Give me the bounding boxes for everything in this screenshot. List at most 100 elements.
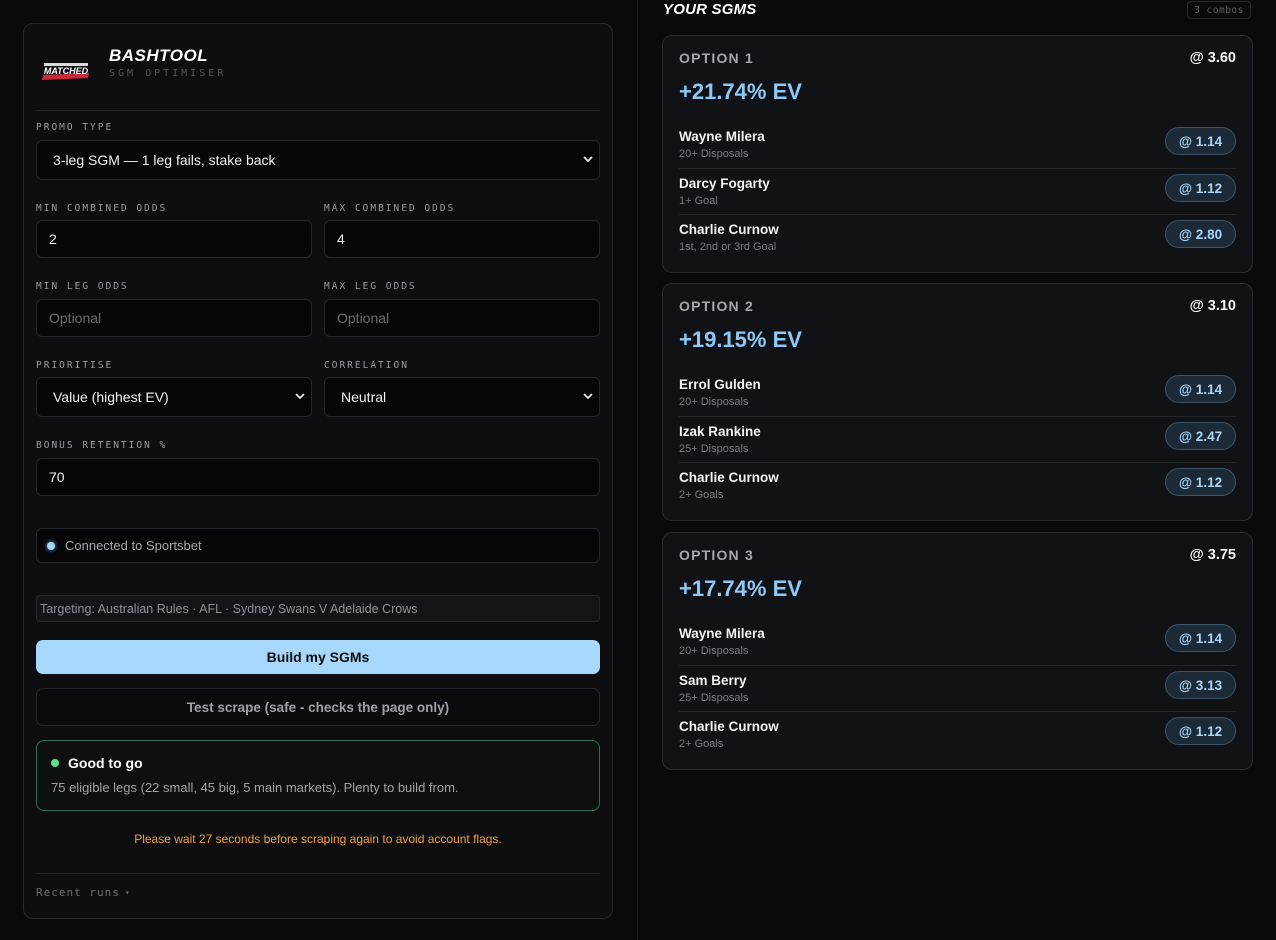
config-panel: MATCHED BASHTOOL SGM OPTIMISER PROMO TYP… xyxy=(23,23,613,919)
connection-dot-icon xyxy=(47,541,55,550)
bonus-retention-value: 70 xyxy=(49,469,65,485)
leg-row: Charlie Curnow 1st, 2nd or 3rd Goal @ 2.… xyxy=(679,214,1236,260)
matched-logo: MATCHED xyxy=(42,63,89,80)
leg-market: 2+ Goals xyxy=(679,738,724,750)
targeting-info: Targeting: Australian Rules · AFL · Sydn… xyxy=(36,595,600,622)
correlation-value: Neutral xyxy=(341,389,387,405)
targeting-text: Targeting: Australian Rules · AFL · Sydn… xyxy=(40,601,418,616)
status-card: Good to go 75 eligible legs (22 small, 4… xyxy=(36,740,600,811)
leg-odds-pill: @ 1.12 xyxy=(1165,174,1236,202)
test-scrape-button[interactable]: Test scrape (safe - checks the page only… xyxy=(36,688,600,726)
leg-row: Darcy Fogarty 1+ Goal @ 1.12 xyxy=(679,168,1236,214)
leg-market: 20+ Disposals xyxy=(679,396,749,408)
leg-odds-pill: @ 1.12 xyxy=(1165,468,1236,496)
leg-player: Charlie Curnow xyxy=(679,719,779,734)
bonus-retention-input[interactable]: 70 xyxy=(36,458,600,496)
promo-type-select[interactable]: 3-leg SGM — 1 leg fails, stake back xyxy=(36,140,600,180)
leg-market: 2+ Goals xyxy=(679,489,724,501)
leg-odds-pill: @ 1.14 xyxy=(1165,375,1236,403)
status-title-row: Good to go xyxy=(51,755,143,771)
leg-player: Darcy Fogarty xyxy=(679,176,770,191)
max-leg-odds-label: MAX LEG ODDS xyxy=(324,281,417,292)
prioritise-value: Value (highest EV) xyxy=(53,389,169,405)
correlation-select[interactable]: Neutral xyxy=(324,377,600,417)
min-leg-odds-placeholder: Optional xyxy=(49,310,102,326)
option-label: OPTION 2 xyxy=(679,298,754,314)
leg-row: Wayne Milera 20+ Disposals @ 1.14 xyxy=(679,122,1236,168)
leg-odds-pill: @ 3.13 xyxy=(1165,671,1236,699)
leg-market: 1st, 2nd or 3rd Goal xyxy=(679,241,777,253)
rate-limit-warning: Please wait 27 seconds before scraping a… xyxy=(134,832,502,846)
chevron-down-icon xyxy=(295,393,305,400)
logo-text: MATCHED xyxy=(44,66,89,76)
sgm-option-card: OPTION 3 @ 3.75 +17.74% EV Wayne Milera … xyxy=(662,532,1253,770)
option-ev: +17.74% EV xyxy=(679,576,802,601)
brand-title: BASHTOOL xyxy=(109,46,209,65)
min-combined-odds-input[interactable]: 2 xyxy=(36,220,312,258)
leg-row: Charlie Curnow 2+ Goals @ 1.12 xyxy=(679,462,1236,508)
leg-player: Wayne Milera xyxy=(679,626,765,641)
leg-odds-pill: @ 1.12 xyxy=(1165,717,1236,745)
leg-row: Sam Berry 25+ Disposals @ 3.13 xyxy=(679,665,1236,711)
max-leg-odds-placeholder: Optional xyxy=(337,310,390,326)
max-combined-odds-value: 4 xyxy=(337,231,345,247)
min-combined-odds-label: MIN COMBINED ODDS xyxy=(36,203,168,214)
connection-text: Connected to Sportsbet xyxy=(65,538,202,553)
chevron-down-icon xyxy=(583,156,593,163)
option-combined-odds: @ 3.60 xyxy=(1189,50,1236,66)
sgm-option-card: OPTION 2 @ 3.10 +19.15% EV Errol Gulden … xyxy=(662,283,1253,521)
option-ev: +21.74% EV xyxy=(679,79,802,104)
leg-market: 20+ Disposals xyxy=(679,148,749,160)
leg-player: Wayne Milera xyxy=(679,129,765,144)
promo-type-label: PROMO TYPE xyxy=(36,122,114,133)
footer-divider xyxy=(36,873,600,874)
min-leg-odds-label: MIN LEG ODDS xyxy=(36,281,129,292)
prioritise-select[interactable]: Value (highest EV) xyxy=(36,377,312,417)
leg-row: Errol Gulden 20+ Disposals @ 1.14 xyxy=(679,370,1236,416)
combos-badge: 3 combos xyxy=(1187,1,1251,19)
leg-odds-pill: @ 1.14 xyxy=(1165,624,1236,652)
status-title: Good to go xyxy=(68,755,143,771)
min-leg-odds-input[interactable]: Optional xyxy=(36,299,312,337)
leg-row: Izak Rankine 25+ Disposals @ 2.47 xyxy=(679,416,1236,462)
max-combined-odds-label: MAX COMBINED ODDS xyxy=(324,203,456,214)
leg-player: Charlie Curnow xyxy=(679,222,779,237)
max-combined-odds-input[interactable]: 4 xyxy=(324,220,600,258)
column-divider xyxy=(637,0,638,940)
leg-row: Wayne Milera 20+ Disposals @ 1.14 xyxy=(679,619,1236,665)
leg-player: Errol Gulden xyxy=(679,377,761,392)
leg-odds-pill: @ 2.47 xyxy=(1165,422,1236,450)
sgm-option-card: OPTION 1 @ 3.60 +21.74% EV Wayne Milera … xyxy=(662,35,1253,273)
header-divider xyxy=(36,110,600,111)
build-sgms-button[interactable]: Build my SGMs xyxy=(36,640,600,674)
min-combined-odds-value: 2 xyxy=(49,231,57,247)
option-label: OPTION 1 xyxy=(679,50,754,66)
chevron-down-icon xyxy=(583,393,593,400)
option-combined-odds: @ 3.10 xyxy=(1189,298,1236,314)
leg-odds-pill: @ 2.80 xyxy=(1165,220,1236,248)
option-ev: +19.15% EV xyxy=(679,327,802,352)
leg-market: 25+ Disposals xyxy=(679,692,749,704)
option-label: OPTION 3 xyxy=(679,547,754,563)
leg-market: 25+ Disposals xyxy=(679,443,749,455)
leg-market: 1+ Goal xyxy=(679,195,718,207)
status-text: 75 eligible legs (22 small, 45 big, 5 ma… xyxy=(51,780,459,795)
promo-type-value: 3-leg SGM — 1 leg fails, stake back xyxy=(53,152,276,168)
option-combined-odds: @ 3.75 xyxy=(1189,547,1236,563)
recent-runs-toggle[interactable]: Recent runs ▾ xyxy=(36,886,131,899)
prioritise-label: PRIORITISE xyxy=(36,360,114,371)
max-leg-odds-input[interactable]: Optional xyxy=(324,299,600,337)
leg-market: 20+ Disposals xyxy=(679,645,749,657)
leg-player: Sam Berry xyxy=(679,673,747,688)
leg-player: Charlie Curnow xyxy=(679,470,779,485)
results-title: YOUR SGMS xyxy=(663,1,757,18)
brand-subtitle: SGM OPTIMISER xyxy=(109,68,227,79)
recent-runs-label: Recent runs xyxy=(36,886,120,899)
caret-down-icon: ▾ xyxy=(124,888,131,897)
leg-player: Izak Rankine xyxy=(679,424,761,439)
leg-row: Charlie Curnow 2+ Goals @ 1.12 xyxy=(679,711,1236,757)
leg-odds-pill: @ 1.14 xyxy=(1165,127,1236,155)
connection-status: Connected to Sportsbet xyxy=(36,528,600,563)
success-dot-icon xyxy=(51,759,59,767)
bonus-retention-label: BONUS RETENTION % xyxy=(36,440,168,451)
